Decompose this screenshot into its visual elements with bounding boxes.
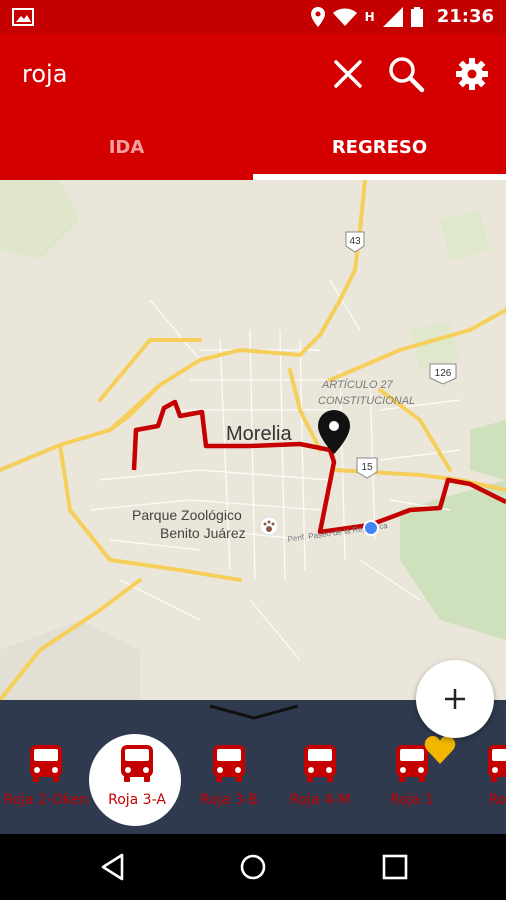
location-icon	[310, 6, 325, 27]
bus-icon	[119, 744, 155, 784]
route-label: Roja 2-Oken	[3, 792, 89, 808]
home-icon[interactable]	[238, 852, 268, 882]
route-item[interactable]: Roja	[458, 732, 506, 832]
svg-text:43: 43	[349, 236, 361, 247]
direction-tabs: IDA REGRESO	[0, 114, 506, 180]
route-label: Roja	[488, 792, 506, 808]
gear-icon[interactable]	[452, 54, 492, 94]
image-icon	[12, 8, 34, 26]
route-item[interactable]: Roja 4-M	[274, 732, 366, 832]
back-icon[interactable]	[98, 852, 128, 882]
route-label: Roja 4-M	[289, 792, 351, 808]
clock: 21:36	[436, 6, 494, 27]
search-icon[interactable]	[386, 54, 426, 94]
signal-icon	[382, 6, 403, 27]
current-location-dot	[363, 520, 379, 536]
wifi-icon	[332, 8, 357, 26]
status-bar: H 21:36	[0, 0, 506, 34]
bus-icon	[211, 744, 247, 784]
svg-text:126: 126	[435, 368, 452, 379]
plus-icon	[445, 689, 465, 709]
route-label: Roja 1	[390, 792, 434, 808]
bus-icon	[486, 744, 506, 784]
map-canvas[interactable]: 43 126 15 Morelia ARTÍCULO 27 CONSTITUCI…	[0, 180, 506, 700]
favorite-heart-icon[interactable]	[424, 736, 456, 764]
battery-icon	[410, 6, 423, 27]
bus-icon	[28, 744, 64, 784]
network-type: H	[364, 9, 375, 24]
route-map[interactable]: 43 126 15 Morelia ARTÍCULO 27 CONSTITUCI…	[0, 180, 506, 700]
route-label: Roja 3-B	[200, 792, 258, 808]
route-label: Roja 3-A	[108, 792, 166, 808]
app-toolbar: roja	[0, 34, 506, 114]
route-item[interactable]: Roja 2-Oken	[0, 732, 92, 832]
city-label: Morelia	[226, 423, 292, 445]
close-icon[interactable]	[328, 54, 368, 94]
tab-regreso[interactable]: REGRESO	[253, 114, 506, 180]
area-label-line2: CONSTITUCIONAL	[318, 395, 415, 407]
bus-icon	[302, 744, 338, 784]
area-label-line1: ARTÍCULO 27	[321, 378, 394, 391]
poi-label-line2: Benito Juárez	[160, 525, 246, 541]
svg-text:15: 15	[361, 462, 373, 473]
tab-ida[interactable]: IDA	[0, 114, 253, 180]
recents-icon[interactable]	[380, 852, 410, 882]
poi-label-line1: Parque Zoológico	[132, 507, 242, 523]
system-nav-bar	[0, 834, 506, 900]
search-query-text[interactable]: roja	[22, 60, 67, 88]
add-button[interactable]	[416, 660, 494, 738]
route-item[interactable]: Roja 3-A	[89, 732, 183, 832]
paw-icon	[259, 516, 279, 536]
route-item[interactable]: Roja 3-B	[183, 732, 275, 832]
